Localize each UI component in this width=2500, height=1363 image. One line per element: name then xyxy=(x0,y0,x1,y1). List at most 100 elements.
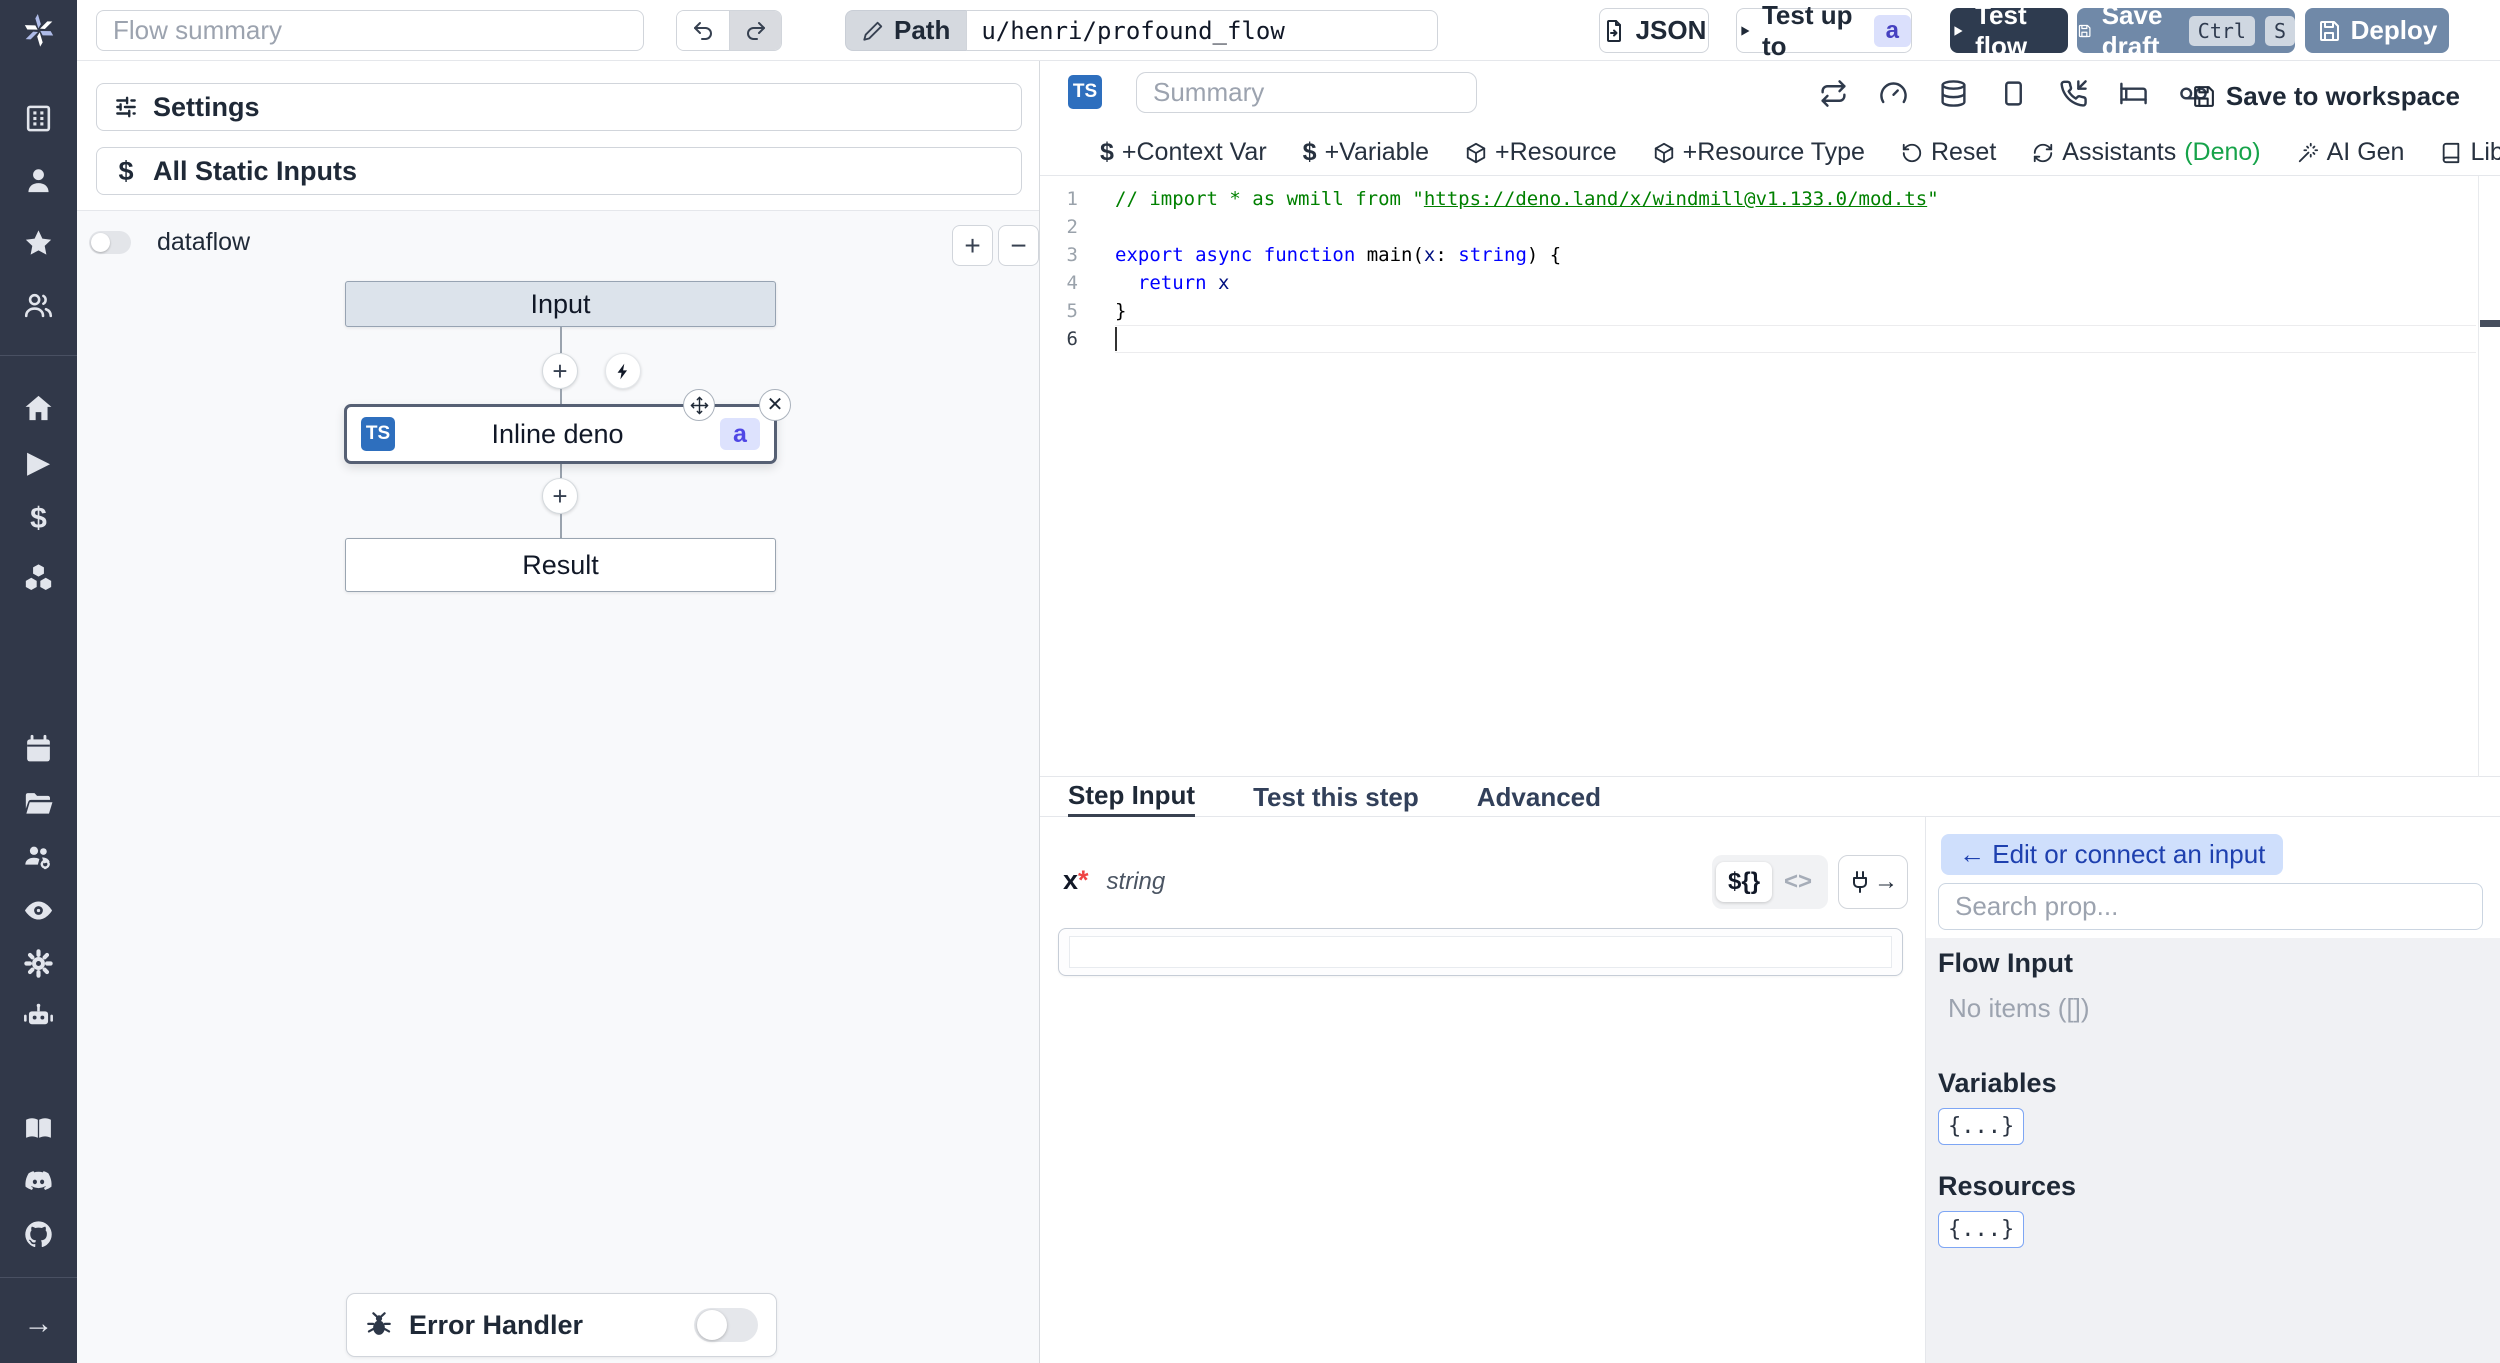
overview-ruler[interactable] xyxy=(2478,176,2500,777)
argument-value-input[interactable] xyxy=(1058,928,1903,976)
assistants-lang: (Deno) xyxy=(2184,138,2261,166)
code-line[interactable]: export async function main(x: string) { xyxy=(1115,241,2476,269)
add-resource-button[interactable]: +Resource xyxy=(1465,138,1617,167)
tab-step-input[interactable]: Step Input xyxy=(1068,777,1196,817)
building-icon[interactable] xyxy=(23,103,54,134)
path-input[interactable] xyxy=(966,10,1439,51)
code-line[interactable]: } xyxy=(1115,297,2476,325)
windmill-logo-icon[interactable] xyxy=(19,10,59,50)
library-button[interactable]: Library xyxy=(2440,138,2500,167)
add-context-var-button[interactable]: $ +Context Var xyxy=(1100,138,1267,167)
tab-test-this-step[interactable]: Test this step xyxy=(1253,777,1419,817)
flow-node-input[interactable]: Input xyxy=(345,281,776,327)
save-draft-button[interactable]: Save draft Ctrl S xyxy=(2077,0,2295,61)
flow-canvas[interactable]: dataflow + − Input + ✕ TS Inline deno a … xyxy=(77,210,1039,1363)
code-editor[interactable]: 123456 // import * as wmill from " https:… xyxy=(1040,176,2500,777)
summary-input[interactable] xyxy=(1136,72,1477,113)
add-resource-type-button[interactable]: +Resource Type xyxy=(1653,138,1865,167)
arrow-right-icon[interactable]: → xyxy=(23,1308,54,1339)
redo-button[interactable] xyxy=(729,11,781,50)
save-to-workspace-button[interactable]: Save to workspace xyxy=(2191,81,2460,112)
timeout-square-icon[interactable] xyxy=(1999,79,2028,108)
user-icon[interactable] xyxy=(23,165,54,196)
code-lines[interactable]: // import * as wmill from " https://deno.… xyxy=(1115,176,2476,353)
code-mode-button[interactable]: <> xyxy=(1772,862,1824,902)
home-icon[interactable] xyxy=(23,393,54,424)
trigger-bolt-button[interactable] xyxy=(605,353,641,389)
search-prop-input[interactable] xyxy=(1938,883,2483,930)
flow-input-title: Flow Input xyxy=(1938,948,2073,978)
play-icon[interactable]: ▶ xyxy=(23,447,54,478)
settings-button[interactable]: Settings xyxy=(96,83,1022,131)
gear-icon[interactable] xyxy=(23,948,54,979)
cubes-icon[interactable] xyxy=(23,562,54,593)
reset-button[interactable]: Reset xyxy=(1901,138,1996,167)
save-icon xyxy=(2194,86,2214,107)
flow-node-result[interactable]: Result xyxy=(345,538,776,592)
book-icon xyxy=(2443,142,2460,163)
calendar-icon[interactable] xyxy=(23,734,54,765)
expr-mode-button[interactable]: ${} xyxy=(1716,862,1773,902)
ai-gen-button[interactable]: AI Gen xyxy=(2297,138,2404,167)
input-mode-toggle: ${} <> xyxy=(1712,855,1829,909)
undo-button[interactable] xyxy=(677,11,729,50)
concurrency-gauge-icon[interactable] xyxy=(1879,79,1908,108)
step-id-badge: a xyxy=(720,418,760,450)
users-gear-icon[interactable] xyxy=(23,842,54,873)
retries-icon[interactable] xyxy=(1819,79,1848,108)
step-tabs: Step Input Test this step Advanced xyxy=(1040,777,2500,817)
typescript-badge: TS xyxy=(1068,75,1102,109)
code-line[interactable]: // import * as wmill from " https://deno.… xyxy=(1115,185,2476,213)
dollar-icon[interactable]: $ xyxy=(23,503,54,534)
connector-line xyxy=(560,389,562,404)
cache-database-icon[interactable] xyxy=(1939,79,1968,108)
windmill-flow-editor: ▶ $ → Flow summary Path u/henri/profound… xyxy=(0,0,2500,1363)
refresh-icon xyxy=(2034,143,2053,162)
plug-icon xyxy=(1853,871,1867,893)
code-line[interactable] xyxy=(1115,325,2476,353)
discord-icon[interactable] xyxy=(23,1166,54,1197)
toggle-knob xyxy=(697,1310,727,1340)
all-static-inputs-button[interactable]: $ All Static Inputs xyxy=(96,147,1022,195)
resources-title: Resources xyxy=(1938,1171,2077,1201)
sleep-bed-icon[interactable] xyxy=(2119,79,2148,108)
add-step-button[interactable]: + xyxy=(542,478,578,514)
code-line[interactable]: return x xyxy=(1115,269,2476,297)
connect-input-button[interactable]: → xyxy=(1838,855,1908,909)
suspend-phone-icon[interactable] xyxy=(2059,79,2088,108)
robot-icon[interactable] xyxy=(23,1001,54,1032)
folder-open-icon[interactable] xyxy=(23,788,54,819)
move-step-button[interactable] xyxy=(683,389,715,421)
sliders-icon xyxy=(116,96,136,118)
edit-or-connect-button[interactable]: ← Edit or connect an input xyxy=(1941,834,2284,875)
eye-icon[interactable] xyxy=(23,895,54,926)
zoom-out-button[interactable]: − xyxy=(998,225,1039,266)
add-variable-button[interactable]: $ +Variable xyxy=(1303,138,1429,167)
resources-object-chip[interactable]: {...} xyxy=(1938,1211,2025,1248)
dollar-icon: $ xyxy=(118,155,134,186)
book-open-icon[interactable] xyxy=(23,1113,54,1144)
github-icon[interactable] xyxy=(23,1219,54,1250)
path-label[interactable]: Path xyxy=(845,10,967,51)
pencil-icon xyxy=(863,21,883,41)
delete-step-button[interactable]: ✕ xyxy=(759,389,791,421)
variables-object-chip[interactable]: {...} xyxy=(1938,1108,2025,1145)
assistants-button[interactable]: Assistants (Deno) xyxy=(2032,138,2261,167)
error-handler-toggle[interactable] xyxy=(694,1308,758,1342)
zoom-in-button[interactable]: + xyxy=(952,225,993,266)
wand-icon xyxy=(2298,142,2318,162)
code-line[interactable] xyxy=(1115,213,2476,241)
dataflow-toggle[interactable] xyxy=(89,231,131,254)
test-flow-button[interactable]: Test flow xyxy=(1950,0,2068,61)
connector-line xyxy=(560,514,562,538)
test-up-to-button[interactable]: Test up to a xyxy=(1736,0,1912,61)
add-step-button[interactable]: + xyxy=(542,353,578,389)
users-icon[interactable] xyxy=(23,290,54,321)
json-button[interactable]: JSON xyxy=(1599,8,1709,53)
flow-summary-input[interactable] xyxy=(96,10,644,51)
error-handler-card[interactable]: Error Handler xyxy=(346,1293,777,1357)
deploy-button[interactable]: Deploy xyxy=(2305,8,2449,53)
star-icon[interactable] xyxy=(23,228,54,259)
dollar-icon: $ xyxy=(1100,138,1114,166)
tab-advanced[interactable]: Advanced xyxy=(1477,777,1601,817)
